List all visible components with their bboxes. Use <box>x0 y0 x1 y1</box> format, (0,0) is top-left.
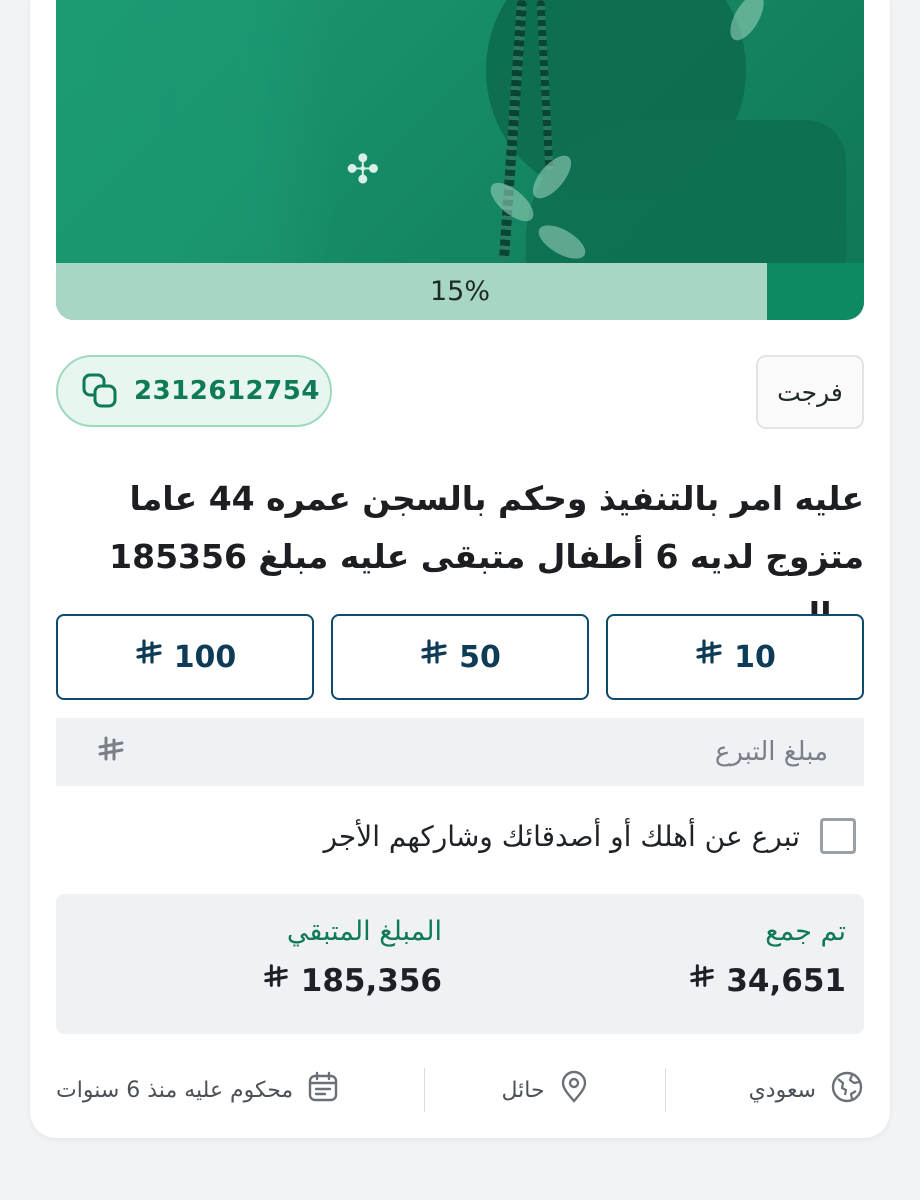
donation-stats: تم جمع 34,651 المبلغ المتبقي 185,356 <box>56 894 864 1034</box>
gift-donation-label: تبرع عن أهلك أو أصدقائك وشاركهم الأجر <box>323 819 800 853</box>
amount-button-100[interactable]: 100 <box>56 614 314 700</box>
meta-nationality: سعودي <box>666 1066 864 1114</box>
hero-image: ✣ 15% <box>56 0 864 320</box>
collected-value: 34,651 <box>726 963 846 999</box>
globe-icon <box>830 1070 864 1110</box>
calendar-icon <box>307 1071 339 1109</box>
riyal-icon <box>688 963 716 999</box>
progress-bar: 15% <box>56 263 864 320</box>
copy-icon <box>80 371 120 411</box>
flower-decoration-icon: ✣ <box>346 147 380 193</box>
collected-label: تم جمع <box>765 916 846 947</box>
riyal-icon <box>96 735 126 769</box>
meta-city: حائل <box>425 1066 665 1114</box>
meta-sentence: محكوم عليه منذ 6 سنوات <box>56 1066 424 1114</box>
collected-stat: تم جمع 34,651 <box>688 916 846 999</box>
remaining-stat: المبلغ المتبقي 185,356 <box>262 916 442 999</box>
riyal-icon <box>694 638 724 676</box>
divider <box>424 1068 425 1112</box>
remaining-value: 185,356 <box>300 963 442 999</box>
riyal-icon <box>262 963 290 999</box>
case-code: 2312612754 <box>134 376 320 406</box>
amount-value: 50 <box>459 639 501 675</box>
amount-button-50[interactable]: 50 <box>331 614 589 700</box>
case-meta: سعودي حائل محكوم عليه منذ 6 سنوات <box>56 1066 864 1114</box>
riyal-icon <box>419 638 449 676</box>
amount-value: 10 <box>734 639 776 675</box>
donation-amount-placeholder: مبلغ التبرع <box>714 737 828 767</box>
progress-label: 15% <box>429 276 490 307</box>
amount-button-10[interactable]: 10 <box>606 614 864 700</box>
category-tag[interactable]: فرجت <box>756 355 864 429</box>
copy-case-code-button[interactable]: 2312612754 <box>56 355 332 427</box>
riyal-icon <box>134 638 164 676</box>
location-pin-icon <box>559 1070 589 1110</box>
gift-donation-option[interactable]: تبرع عن أهلك أو أصدقائك وشاركهم الأجر <box>56 812 864 860</box>
remaining-label: المبلغ المتبقي <box>286 916 442 947</box>
gift-donation-checkbox[interactable] <box>820 818 856 854</box>
divider <box>665 1068 666 1112</box>
amount-value: 100 <box>173 639 237 675</box>
donation-amount-input[interactable]: مبلغ التبرع <box>56 718 864 786</box>
